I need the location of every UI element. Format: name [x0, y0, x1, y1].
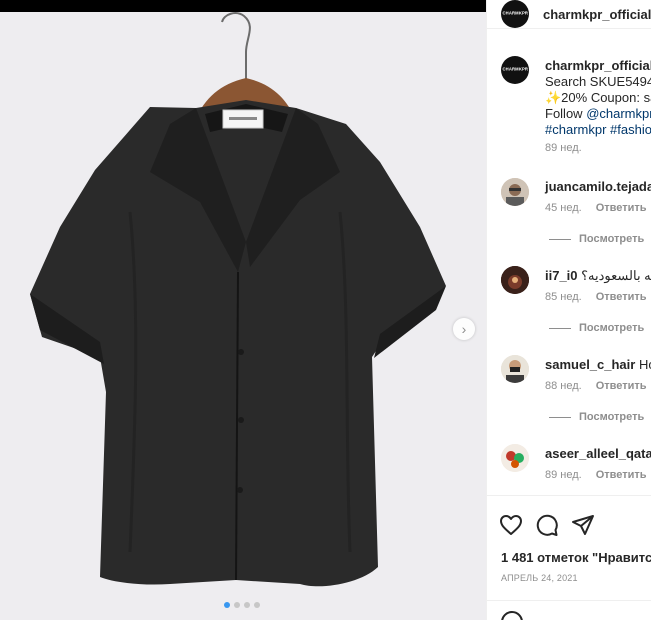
view-replies-button[interactable]: Посмотреть — [549, 411, 644, 423]
view-replies-button[interactable]: Посмотреть — [549, 322, 644, 334]
comment-text: samuel_c_hair Ho — [545, 357, 651, 372]
comment-username[interactable]: aseer_alleel_qatar — [545, 446, 651, 461]
likes-count[interactable]: 1 481 отметок "Нравится" — [501, 550, 651, 565]
caption-line: Search SKUE5494 — [545, 74, 651, 89]
comment-icon[interactable] — [535, 513, 559, 537]
reply-button[interactable]: Ответить — [596, 291, 647, 303]
divider — [549, 416, 571, 418]
brand-avatar[interactable]: CHARMKPR — [501, 0, 529, 28]
post-side-panel: CHARMKPR charmkpr_official CHARMKPR char… — [486, 0, 651, 620]
hashtag-link[interactable]: #charmkpr — [545, 122, 606, 137]
avatar-image — [501, 355, 529, 383]
comment-meta: 89 нед. Ответить — [545, 469, 647, 481]
commenter-avatar[interactable] — [501, 444, 529, 472]
comment-text: juancamilo.tejada — [545, 179, 651, 194]
product-photo — [0, 12, 486, 620]
comment-meta: 88 нед. Ответить — [545, 380, 647, 392]
comment-body: فيه بالسعوديه؟ — [581, 268, 651, 283]
comment-username[interactable]: ii7_i0 — [545, 268, 578, 283]
carousel-dot — [224, 602, 230, 608]
reply-button[interactable]: Ответить — [596, 380, 647, 392]
carousel-dot — [234, 602, 240, 608]
divider — [487, 495, 651, 496]
commenter-avatar[interactable] — [501, 355, 529, 383]
avatar-brand-text: CHARMKPR — [502, 67, 528, 73]
next-image-button[interactable]: › — [453, 318, 475, 340]
top-bar — [0, 0, 486, 12]
avatar-brand-text: CHARMKPR — [502, 11, 528, 17]
hashtag-link[interactable]: #fashio — [610, 122, 651, 137]
reply-button[interactable]: Ответить — [596, 469, 647, 481]
caption-follow-text: Follow — [545, 106, 587, 121]
comment-text: ii7_i0 فيه بالسعوديه؟ — [545, 268, 651, 284]
comment-age: 45 нед. — [545, 202, 582, 214]
paper-plane-icon[interactable] — [571, 513, 595, 537]
caption-line: #charmkpr #fashio — [545, 122, 651, 137]
carousel-dot — [254, 602, 260, 608]
comment-age: 85 нед. — [545, 291, 582, 303]
caption-line: Follow @charmkpr — [545, 106, 651, 121]
comment-body: Ho — [638, 357, 651, 372]
commenter-avatar[interactable] — [501, 178, 529, 206]
caption-username[interactable]: charmkpr_official — [545, 58, 651, 73]
avatar-image — [501, 266, 529, 294]
view-replies-button[interactable]: Посмотреть — [549, 233, 644, 245]
mention-link[interactable]: @charmkpr — [586, 106, 651, 121]
carousel-indicator — [224, 602, 260, 608]
avatar-image — [501, 444, 529, 472]
chevron-right-icon: › — [461, 321, 467, 337]
emoji-icon[interactable] — [501, 611, 523, 620]
view-replies-label: Посмотреть — [579, 322, 645, 334]
caption-line: ✨20% Coupon: sa — [545, 90, 651, 105]
post-date: АПРЕЛЬ 24, 2021 — [501, 573, 578, 583]
comment-meta: 85 нед. Ответить — [545, 291, 647, 303]
comment-age: 88 нед. — [545, 380, 582, 392]
comment-meta: 45 нед. Ответить — [545, 202, 647, 214]
carousel-dot — [244, 602, 250, 608]
avatar-image — [501, 178, 529, 206]
caption-age: 89 нед. — [545, 142, 582, 154]
comment-age: 89 нед. — [545, 469, 582, 481]
post-header: CHARMKPR charmkpr_official — [487, 0, 651, 29]
caption-avatar[interactable]: CHARMKPR — [501, 56, 529, 84]
post-author-username[interactable]: charmkpr_official — [543, 7, 651, 22]
post-media[interactable]: › — [0, 12, 486, 620]
comment-text: aseer_alleel_qatar — [545, 446, 651, 461]
divider — [487, 600, 651, 601]
commenter-avatar[interactable] — [501, 266, 529, 294]
view-replies-label: Посмотреть — [579, 233, 645, 245]
heart-icon[interactable] — [499, 513, 523, 537]
comment-username[interactable]: samuel_c_hair — [545, 357, 635, 372]
reply-button[interactable]: Ответить — [596, 202, 647, 214]
divider — [549, 327, 571, 329]
comment-username[interactable]: juancamilo.tejada — [545, 179, 651, 194]
divider — [549, 238, 571, 240]
view-replies-label: Посмотреть — [579, 411, 645, 423]
